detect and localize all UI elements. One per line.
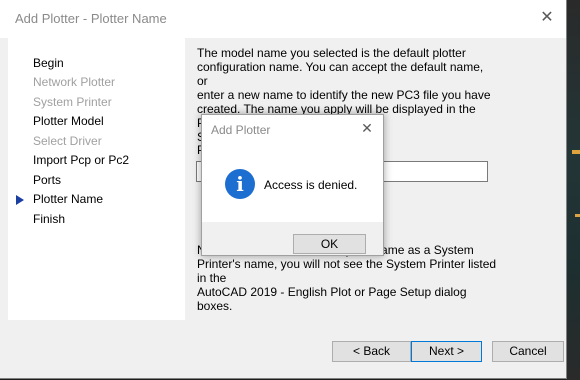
info-icon: i <box>225 169 255 199</box>
step-finish: Finish <box>33 212 66 226</box>
step-ports: Ports <box>33 173 62 187</box>
description-line: The model name you selected is the defau… <box>197 46 466 60</box>
title-bar: Add Plotter - Plotter Name ✕ <box>0 0 566 38</box>
desktop-decoration <box>572 150 580 154</box>
cancel-button[interactable]: Cancel <box>492 341 564 362</box>
step-network-plotter: Network Plotter <box>33 75 116 89</box>
step-system-printer: System Printer <box>33 95 112 109</box>
close-icon[interactable]: ✕ <box>538 9 556 27</box>
description-line: enter a new name to identify the new PC3… <box>197 88 491 102</box>
ok-button[interactable]: OK <box>293 234 366 254</box>
dialog-message: Access is denied. <box>264 178 358 192</box>
step-plotter-model: Plotter Model <box>33 114 104 128</box>
next-button[interactable]: Next > <box>411 341 482 362</box>
wizard-steps-panel: Begin Network Plotter System Printer Plo… <box>8 38 185 320</box>
access-denied-dialog: Add Plotter ✕ i Access is denied. OK <box>201 114 384 256</box>
current-step-arrow-icon <box>16 195 24 205</box>
desktop-background <box>566 0 580 380</box>
back-button[interactable]: < Back <box>332 341 411 362</box>
step-select-driver: Select Driver <box>33 134 102 148</box>
window-title: Add Plotter - Plotter Name <box>15 11 167 26</box>
step-import-pcp: Import Pcp or Pc2 <box>33 153 130 167</box>
dialog-footer: OK <box>202 222 383 255</box>
step-begin: Begin <box>33 56 64 70</box>
dialog-close-icon[interactable]: ✕ <box>359 120 375 136</box>
step-plotter-name: Plotter Name <box>33 192 104 206</box>
desktop-decoration <box>575 214 580 217</box>
description-line: configuration name. You can accept the d… <box>197 60 484 88</box>
note-line: Printer's name, you will not see the Sys… <box>197 257 497 285</box>
dialog-title: Add Plotter <box>211 123 271 137</box>
note-line: AutoCAD 2019 - English Plot or Page Setu… <box>197 285 467 313</box>
